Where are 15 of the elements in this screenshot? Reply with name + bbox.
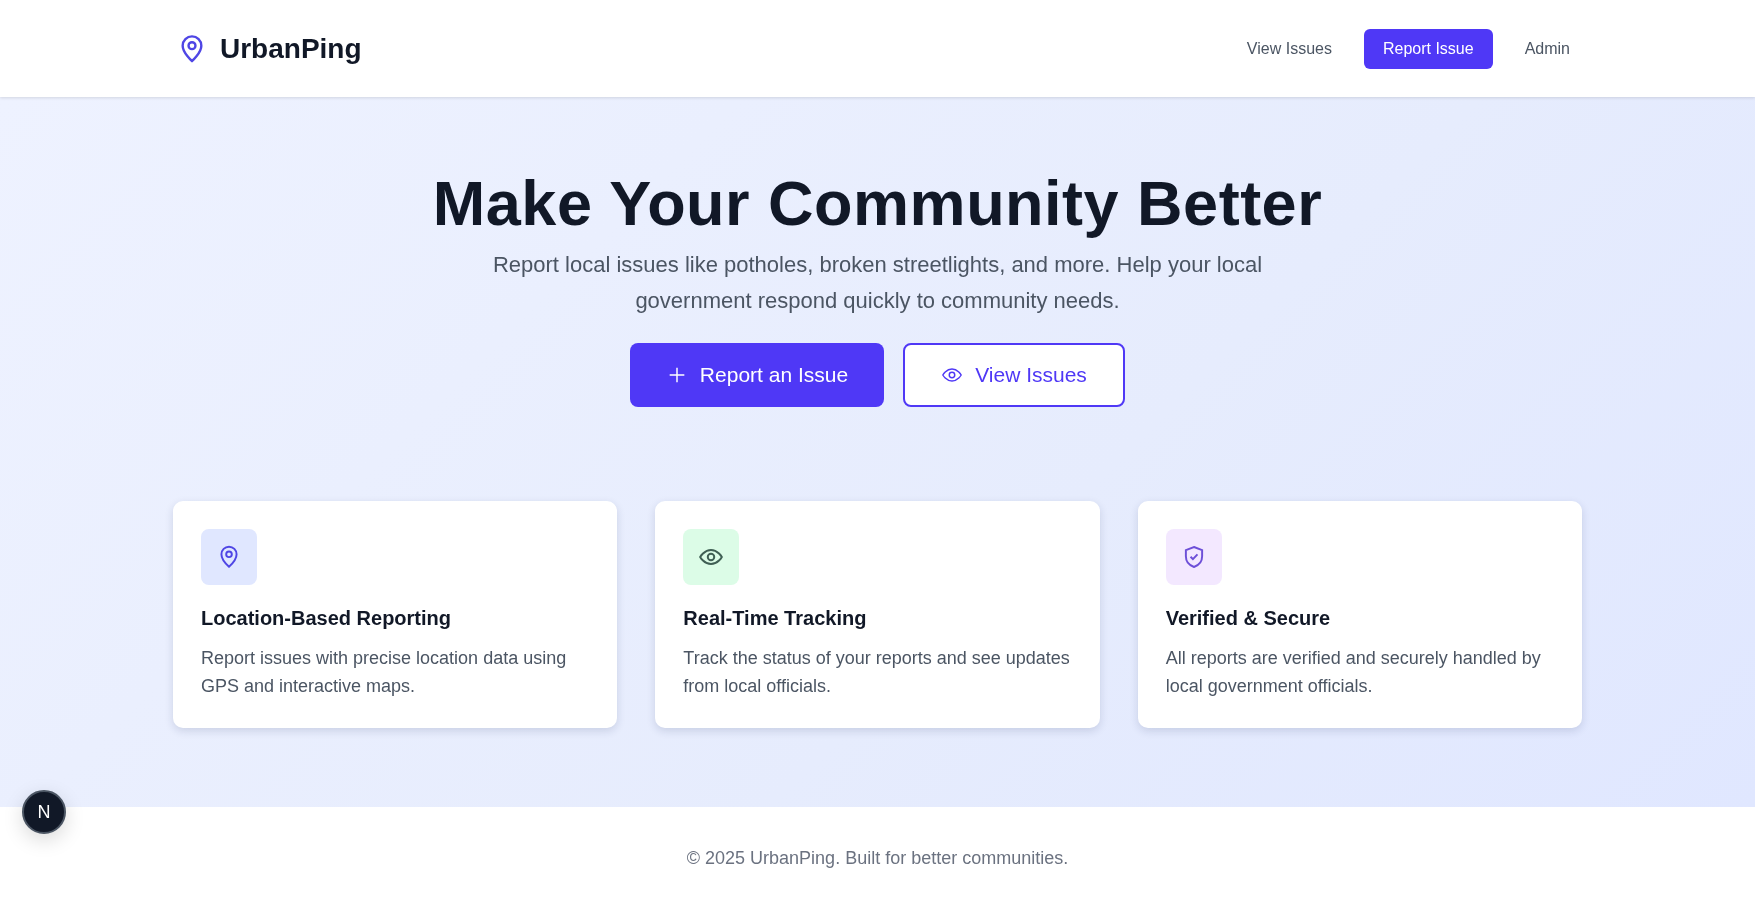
- feature-text: All reports are verified and securely handled by local government officials.: [1165, 647, 1542, 698]
- hero-subtitle: Report local issues like potholes, broken streetlights, and more. Help your local government respond quickly to community needs.: [491, 251, 1264, 315]
- feature-title: Real-Time Tracking: [683, 607, 868, 630]
- feature-title: Location-Based Reporting: [201, 607, 452, 630]
- nav-link[interactable]: Admin: [1524, 28, 1570, 69]
- view-button[interactable]: View Issues: [903, 343, 1125, 407]
- report-button[interactable]: Report an Issue: [630, 343, 884, 407]
- feature-title: Verified & Secure: [1165, 607, 1332, 630]
- hero-title: Make Your Community Better: [431, 167, 1324, 239]
- feature-text: Report issues with precise location data using GPS and interactive maps.: [201, 647, 568, 698]
- brand-name[interactable]: UrbanPing: [220, 32, 362, 65]
- nav-link[interactable]: View Issues: [1246, 28, 1332, 69]
- footer-text: © 2025 UrbanPing. Built for better communities.: [686, 847, 1069, 869]
- feature-text: Track the status of your reports and see updates from local officials.: [683, 647, 1071, 698]
- nav-button[interactable]: Report Issue: [1363, 28, 1493, 69]
